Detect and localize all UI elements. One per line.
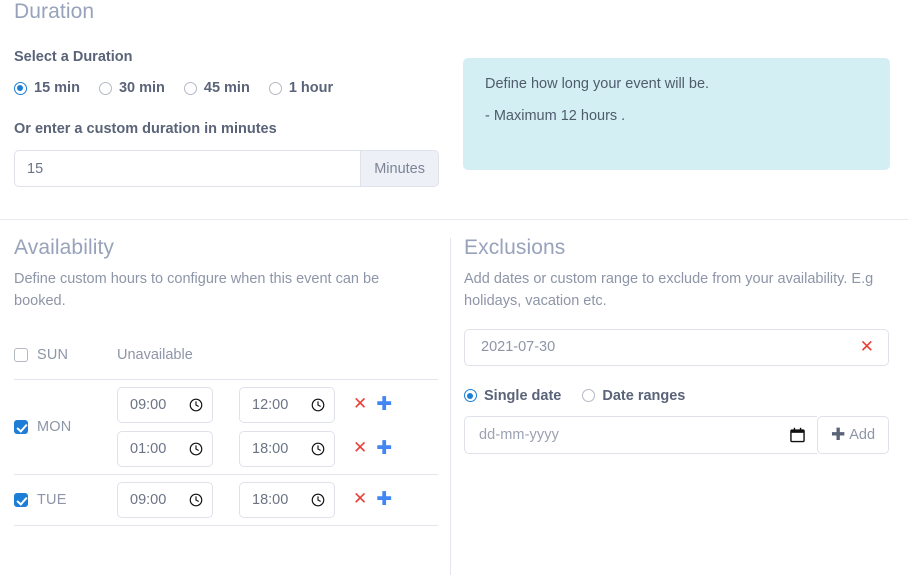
exclusions-section: Exclusions Add dates or custom range to …	[464, 236, 892, 454]
checkbox-tue-icon[interactable]	[14, 492, 28, 507]
time-slot-row: 09:00 12:00 ✕ ✚	[117, 386, 392, 423]
slot-actions: ✕ ✚	[353, 490, 392, 509]
custom-duration-input[interactable]	[14, 150, 361, 187]
page-title: Duration	[14, 0, 95, 23]
exclusion-date-placeholder: dd-mm-yyyy	[479, 426, 559, 443]
exclusion-mode-date-ranges[interactable]: Date ranges	[582, 388, 685, 404]
add-button-label: Add	[849, 426, 876, 443]
exclusion-list-item: 2021-07-30 ✕	[464, 328, 889, 366]
availability-day-row-sun: SUN Unavailable	[14, 331, 438, 379]
time-slot-list-mon: 09:00 12:00 ✕ ✚ 01:00 18:00 ✕ ✚	[117, 380, 392, 474]
availability-day-row-mon: MON 09:00 12:00 ✕ ✚ 01:00 18:00 ✕ ✚	[14, 380, 438, 474]
exclusions-description: Add dates or custom range to exclude fro…	[464, 271, 874, 310]
checkbox-mon-icon[interactable]	[14, 419, 28, 434]
radio-1hour-icon[interactable]	[268, 81, 282, 95]
end-time-field[interactable]: 18:00	[239, 481, 335, 518]
start-time-field[interactable]: 09:00	[117, 386, 213, 423]
duration-option-label: 30 min	[118, 80, 165, 96]
clock-icon[interactable]	[189, 398, 203, 412]
clock-icon[interactable]	[189, 493, 203, 507]
duration-option-30min[interactable]: 30 min	[98, 80, 165, 96]
day-toggle-sun[interactable]: SUN	[14, 347, 117, 363]
start-time-value: 09:00	[130, 396, 167, 413]
exclusion-mode-label: Date ranges	[602, 387, 686, 404]
column-divider	[450, 238, 451, 575]
start-time-field[interactable]: 09:00	[117, 481, 213, 518]
remove-slot-icon[interactable]: ✕	[353, 491, 367, 508]
exclusion-mode-single-date[interactable]: Single date	[464, 388, 561, 404]
slot-actions: ✕ ✚	[353, 395, 392, 414]
add-slot-icon[interactable]: ✚	[376, 439, 392, 458]
callout-line-2: - Maximum 12 hours .	[485, 108, 626, 124]
exclusion-date-entry-group: dd-mm-yyyy ✚ Add	[464, 415, 889, 454]
day-label: MON	[37, 418, 72, 435]
exclusion-mode-label: Single date	[484, 387, 562, 404]
exclusion-date-input[interactable]: dd-mm-yyyy	[464, 415, 817, 454]
remove-exclusion-icon[interactable]: ✕	[860, 338, 874, 356]
exclusions-title: Exclusions	[464, 236, 566, 259]
radio-date-ranges-icon[interactable]	[582, 389, 596, 403]
start-time-value: 01:00	[130, 440, 167, 457]
availability-section: Availability Define custom hours to conf…	[14, 236, 438, 526]
exclusion-date-value: 2021-07-30	[481, 339, 556, 356]
remove-slot-icon[interactable]: ✕	[353, 396, 367, 413]
clock-icon[interactable]	[189, 442, 203, 456]
time-slot-row: 09:00 18:00 ✕ ✚	[117, 481, 392, 518]
clock-icon[interactable]	[311, 398, 325, 412]
day-toggle-tue[interactable]: TUE	[14, 492, 117, 508]
end-time-value: 12:00	[252, 396, 289, 413]
availability-title: Availability	[14, 236, 115, 259]
day-toggle-mon[interactable]: MON	[14, 419, 117, 435]
day-row-separator	[14, 524, 438, 526]
start-time-field[interactable]: 01:00	[117, 430, 213, 467]
select-duration-label: Select a Duration	[14, 49, 133, 65]
availability-description: Define custom hours to configure when th…	[14, 271, 380, 310]
duration-option-45min[interactable]: 45 min	[183, 80, 250, 96]
add-slot-icon[interactable]: ✚	[376, 490, 392, 509]
duration-option-15min[interactable]: 15 min	[14, 80, 80, 96]
minutes-unit-addon: Minutes	[360, 150, 439, 187]
custom-duration-label: Or enter a custom duration in minutes	[14, 121, 277, 137]
radio-single-date-icon[interactable]	[464, 389, 477, 403]
start-time-value: 09:00	[130, 491, 167, 508]
duration-info-callout: Define how long your event will be. - Ma…	[463, 58, 890, 170]
end-time-field[interactable]: 18:00	[239, 430, 335, 467]
day-label: SUN	[37, 346, 69, 363]
duration-radio-group: 15 min 30 min 45 min 1 hour	[14, 80, 333, 96]
radio-45min-icon[interactable]	[183, 81, 197, 95]
custom-duration-input-group: Minutes	[14, 150, 439, 187]
calendar-icon[interactable]	[790, 427, 805, 443]
end-time-value: 18:00	[252, 491, 289, 508]
duration-option-1hour[interactable]: 1 hour	[268, 80, 334, 96]
end-time-value: 18:00	[252, 440, 289, 457]
duration-availability-settings-page: Duration Select a Duration 15 min 30 min…	[0, 0, 908, 575]
availability-day-row-tue: TUE 09:00 18:00 ✕ ✚	[14, 475, 438, 525]
clock-icon[interactable]	[311, 442, 325, 456]
radio-30min-icon[interactable]	[98, 81, 112, 95]
add-slot-icon[interactable]: ✚	[376, 395, 392, 414]
duration-option-label: 15 min	[34, 80, 80, 96]
exclusion-mode-radio-group: Single date Date ranges	[464, 388, 892, 404]
checkbox-sun-icon[interactable]	[14, 347, 28, 362]
time-slot-list-tue: 09:00 18:00 ✕ ✚	[117, 475, 392, 525]
day-label: TUE	[37, 491, 67, 508]
remove-slot-icon[interactable]: ✕	[353, 440, 367, 457]
duration-option-label: 45 min	[203, 80, 250, 96]
radio-15min-icon[interactable]	[14, 81, 27, 95]
end-time-field[interactable]: 12:00	[239, 386, 335, 423]
time-slot-row: 01:00 18:00 ✕ ✚	[117, 430, 392, 467]
duration-option-label: 1 hour	[288, 80, 334, 96]
add-exclusion-button[interactable]: ✚ Add	[817, 415, 889, 454]
clock-icon[interactable]	[311, 493, 325, 507]
section-divider	[0, 219, 908, 220]
slot-actions: ✕ ✚	[353, 439, 392, 458]
plus-icon: ✚	[830, 424, 846, 445]
day-status-sun: Unavailable	[117, 346, 193, 363]
callout-line-1: Define how long your event will be.	[485, 76, 710, 92]
